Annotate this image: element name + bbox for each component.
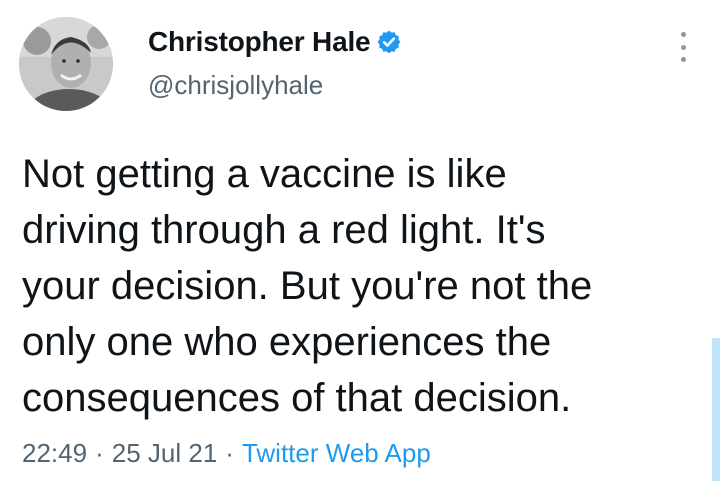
tweet-date[interactable]: 25 Jul 21 — [112, 438, 218, 469]
user-handle[interactable]: @chrisjollyhale — [148, 70, 323, 101]
display-name[interactable]: Christopher Hale — [148, 26, 371, 58]
author-name-row: Christopher Hale — [148, 24, 402, 60]
tweet-text-line: driving through a red light. It's — [22, 208, 546, 252]
verified-badge-icon — [376, 29, 402, 55]
tweet-text: Not getting a vaccine is like driving th… — [22, 146, 702, 426]
tweet-text-line: your decision. But you're not the — [22, 264, 593, 308]
more-dot — [680, 32, 686, 37]
tweet-source-link[interactable]: Twitter Web App — [242, 438, 431, 469]
tweet-metadata: 22:49 · 25 Jul 21 · Twitter Web App — [22, 438, 431, 469]
avatar[interactable] — [19, 17, 113, 111]
separator-dot: · — [95, 438, 104, 468]
tweet-time[interactable]: 22:49 — [22, 438, 87, 469]
tweet-text-line: Not getting a vaccine is like — [22, 152, 507, 196]
tweet-text-line: only one who experiences the — [22, 320, 552, 364]
more-dot — [680, 57, 686, 62]
more-dot — [680, 44, 686, 50]
scroll-indicator — [712, 338, 720, 481]
more-vertical-icon[interactable] — [672, 30, 694, 64]
profile-photo — [19, 17, 113, 111]
separator-dot: · — [225, 438, 234, 468]
tweet-text-line: consequences of that decision. — [22, 376, 572, 420]
